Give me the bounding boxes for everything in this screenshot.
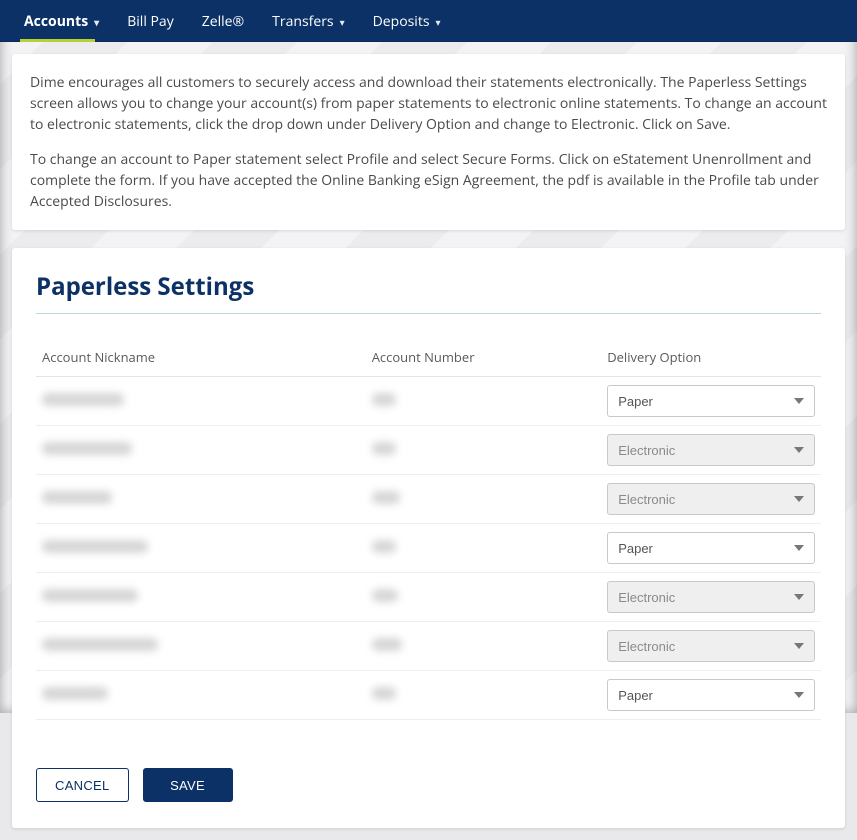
account-nickname-redacted [42, 589, 138, 602]
account-number-redacted [372, 393, 396, 406]
chevron-down-icon: ▾ [436, 15, 441, 29]
cancel-button[interactable]: CANCEL [36, 768, 129, 802]
intro-paragraph-1: Dime encourages all customers to securel… [30, 72, 827, 135]
account-nickname-redacted [42, 442, 132, 455]
main-nav: Accounts ▾ Bill Pay Zelle® Transfers ▾ D… [0, 0, 857, 42]
nav-bill-pay[interactable]: Bill Pay [113, 1, 188, 41]
account-number-redacted [372, 687, 396, 700]
chevron-down-icon: ▾ [94, 15, 99, 29]
account-nickname-redacted [42, 540, 148, 553]
nav-zelle[interactable]: Zelle® [188, 1, 258, 41]
delivery-option-select[interactable]: PaperElectronic [607, 385, 815, 417]
delivery-option-select[interactable]: PaperElectronic [607, 532, 815, 564]
delivery-option-select[interactable]: PaperElectronic [607, 483, 815, 515]
account-nickname-redacted [42, 638, 158, 651]
table-row: PaperElectronic [36, 671, 821, 720]
nav-accounts-label: Accounts [24, 12, 88, 31]
nav-transfers[interactable]: Transfers ▾ [258, 1, 358, 41]
table-row: PaperElectronic [36, 524, 821, 573]
page-title: Paperless Settings [36, 270, 821, 314]
table-row: PaperElectronic [36, 475, 821, 524]
intro-panel: Dime encourages all customers to securel… [12, 54, 845, 230]
accounts-table: Account Nickname Account Number Delivery… [36, 340, 821, 720]
delivery-option-select[interactable]: PaperElectronic [607, 630, 815, 662]
account-nickname-redacted [42, 491, 112, 504]
nav-deposits-label: Deposits [373, 12, 430, 31]
account-number-redacted [372, 638, 402, 651]
col-header-nickname: Account Nickname [36, 340, 366, 377]
account-nickname-redacted [42, 687, 108, 700]
delivery-option-select[interactable]: PaperElectronic [607, 434, 815, 466]
table-row: PaperElectronic [36, 426, 821, 475]
account-number-redacted [372, 589, 398, 602]
delivery-option-select[interactable]: PaperElectronic [607, 679, 815, 711]
chevron-down-icon: ▾ [340, 15, 345, 29]
nav-accounts[interactable]: Accounts ▾ [10, 1, 113, 41]
button-row: CANCEL SAVE [36, 768, 821, 802]
nav-zelle-label: Zelle® [202, 12, 244, 31]
account-number-redacted [372, 442, 396, 455]
col-header-number: Account Number [366, 340, 602, 377]
paperless-card: Paperless Settings Account Nickname Acco… [12, 248, 845, 828]
save-button[interactable]: SAVE [143, 768, 233, 802]
account-nickname-redacted [42, 393, 124, 406]
table-row: PaperElectronic [36, 622, 821, 671]
intro-paragraph-2: To change an account to Paper statement … [30, 149, 827, 212]
nav-bill-pay-label: Bill Pay [127, 12, 174, 31]
account-number-redacted [372, 491, 400, 504]
table-row: PaperElectronic [36, 573, 821, 622]
col-header-delivery: Delivery Option [601, 340, 821, 377]
nav-transfers-label: Transfers [272, 12, 333, 31]
account-number-redacted [372, 540, 396, 553]
delivery-option-select[interactable]: PaperElectronic [607, 581, 815, 613]
table-row: PaperElectronic [36, 377, 821, 426]
nav-deposits[interactable]: Deposits ▾ [359, 1, 455, 41]
